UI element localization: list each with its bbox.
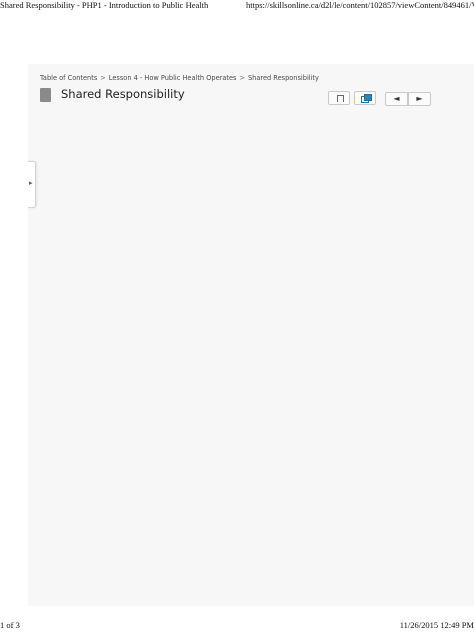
- bookmark-button[interactable]: [328, 91, 350, 105]
- document-icon: [40, 88, 51, 102]
- print-header: Shared Responsibility - PHP1 - Introduct…: [0, 0, 474, 12]
- breadcrumb-item-current: Shared Responsibility: [248, 74, 319, 82]
- breadcrumb-separator: >: [239, 74, 245, 82]
- side-panel-toggle[interactable]: ▸: [28, 161, 36, 208]
- print-header-url: https://skillsonline.ca/d2l/le/content/1…: [246, 0, 474, 10]
- previous-topic-button[interactable]: ◄: [385, 92, 408, 106]
- breadcrumb-separator: >: [100, 74, 106, 82]
- expand-arrow-icon: ▸: [29, 179, 33, 187]
- content-area: [28, 64, 474, 606]
- bookmark-icon: [337, 95, 344, 102]
- breadcrumb-item-lesson[interactable]: Lesson 4 - How Public Health Operates: [109, 74, 237, 82]
- breadcrumb-item-table-of-contents[interactable]: Table of Contents: [40, 74, 97, 82]
- print-footer-datetime: 11/26/2015 12:49 PM: [399, 620, 474, 630]
- print-footer: 1 of 3 11/26/2015 12:49 PM: [0, 620, 474, 632]
- view-options-button[interactable]: [354, 91, 376, 105]
- print-footer-page: 1 of 3: [0, 620, 20, 630]
- print-header-title: Shared Responsibility - PHP1 - Introduct…: [0, 0, 209, 10]
- breadcrumb: Table of Contents > Lesson 4 - How Public …: [40, 74, 319, 82]
- view-icon: [361, 94, 372, 103]
- next-arrow-icon: ►: [416, 94, 423, 103]
- previous-arrow-icon: ◄: [393, 94, 400, 103]
- page-title: Shared Responsibility: [61, 87, 185, 101]
- next-topic-button[interactable]: ►: [408, 92, 431, 106]
